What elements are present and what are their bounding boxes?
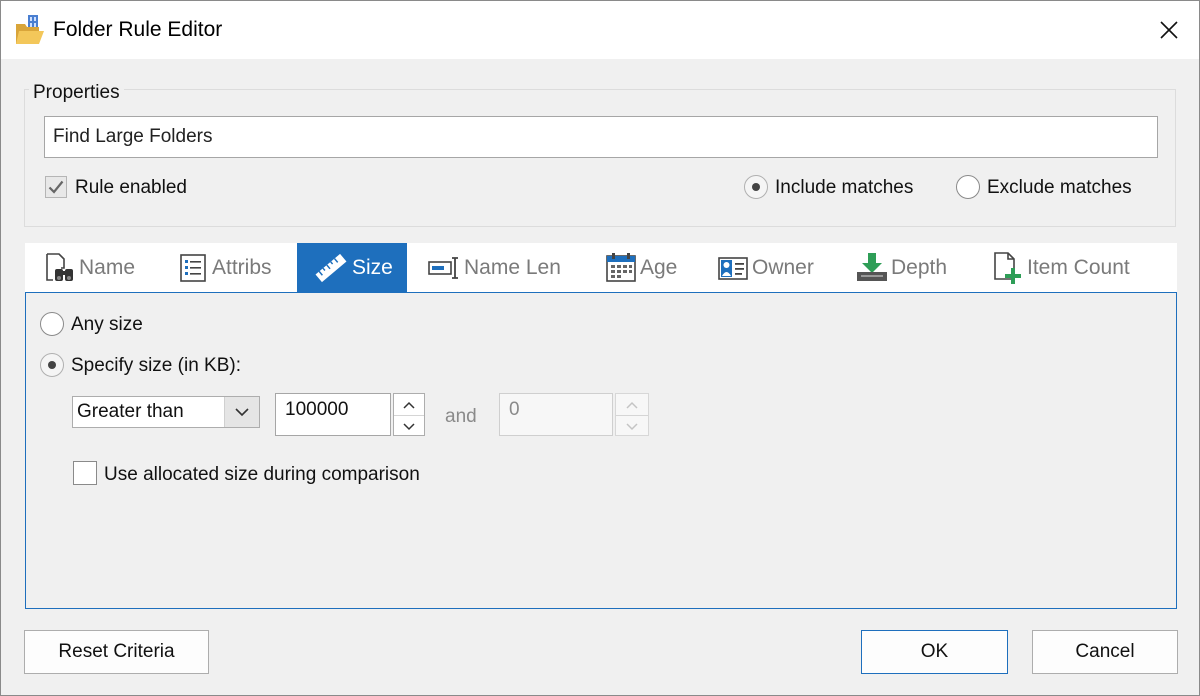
ruler-icon [315, 253, 347, 282]
document-plus-icon [994, 251, 1021, 284]
any-size-label: Any size [71, 314, 143, 335]
specify-size-label: Specify size (in KB): [71, 355, 241, 376]
reset-criteria-button[interactable]: Reset Criteria [24, 630, 209, 674]
include-matches-label: Include matches [775, 177, 914, 198]
close-button[interactable] [1139, 1, 1199, 59]
comparison-value: Greater than [77, 401, 184, 422]
properties-legend: Properties [29, 82, 124, 104]
spin-up-icon[interactable] [394, 394, 424, 416]
chevron-down-icon[interactable] [224, 397, 259, 427]
tab-age-label: Age [640, 255, 678, 279]
tab-attribs-label: Attribs [212, 255, 272, 279]
tab-name-len-label: Name Len [464, 255, 561, 279]
window-title: Folder Rule Editor [53, 18, 223, 41]
cancel-button[interactable]: Cancel [1032, 630, 1178, 674]
rule-enabled-label: Rule enabled [75, 177, 187, 198]
size-second-value-spinner[interactable] [615, 393, 649, 436]
dialog-window: Folder Rule Editor Properties Rule enabl… [0, 0, 1200, 696]
size-value-spinner[interactable] [393, 393, 425, 436]
allocated-size-label: Use allocated size during comparison [104, 464, 420, 485]
spin-down-icon[interactable] [616, 416, 648, 437]
comparison-select[interactable]: Greater than [72, 396, 260, 428]
tab-owner-label: Owner [752, 255, 814, 279]
specify-size-radio[interactable] [40, 353, 64, 377]
size-value-input[interactable]: 100000 [275, 393, 391, 436]
tab-owner[interactable]: Owner [717, 243, 814, 292]
close-icon [1160, 21, 1178, 39]
rule-name-input[interactable] [44, 116, 1158, 158]
calendar-icon [606, 252, 636, 282]
folder-app-icon [15, 14, 45, 46]
exclude-matches-radio[interactable] [956, 175, 980, 199]
spin-up-icon[interactable] [616, 394, 648, 416]
tab-depth-label: Depth [891, 255, 948, 279]
tab-age[interactable]: Age [605, 243, 677, 292]
tab-attribs[interactable]: Attribs [179, 243, 272, 292]
tab-size-label: Size [352, 255, 393, 279]
tab-depth[interactable]: Depth [856, 243, 947, 292]
include-matches-radio[interactable] [744, 175, 768, 199]
tab-item-count[interactable]: Item Count [992, 243, 1130, 292]
size-second-value-input[interactable]: 0 [499, 393, 613, 436]
rule-enabled-checkbox[interactable] [45, 176, 67, 198]
exclude-matches-label: Exclude matches [987, 177, 1132, 198]
text-length-icon [428, 256, 458, 279]
allocated-size-checkbox[interactable] [73, 461, 97, 485]
ok-button[interactable]: OK [861, 630, 1008, 674]
and-label: and [445, 406, 477, 427]
tab-name[interactable]: Name [44, 243, 135, 292]
user-card-icon [718, 256, 748, 280]
spin-down-icon[interactable] [394, 416, 424, 437]
properties-group [24, 89, 1176, 227]
size-panel [25, 292, 1177, 609]
any-size-radio[interactable] [40, 312, 64, 336]
tab-name-label: Name [79, 255, 136, 279]
tab-name-len[interactable]: Name Len [427, 243, 561, 292]
checkmark-icon [48, 180, 64, 194]
download-depth-icon [857, 252, 887, 281]
tab-size[interactable]: Size [297, 243, 407, 292]
title-bar: Folder Rule Editor [1, 1, 1199, 59]
binoculars-icon [46, 252, 73, 281]
tab-item-count-label: Item Count [1027, 255, 1130, 279]
list-icon [180, 253, 206, 282]
